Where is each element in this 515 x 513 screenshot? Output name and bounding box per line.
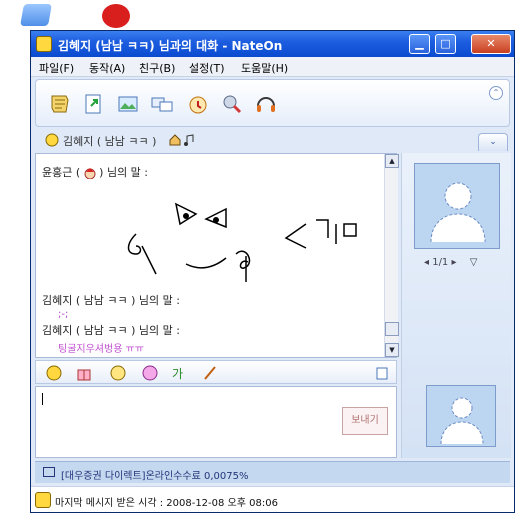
maximize-button[interactable]: □: [435, 34, 456, 54]
chat-window: 김혜지 (남남 ㅋㅋ) 님과의 대화 - NateOn ▁ □ ✕ 파일(F) …: [30, 30, 515, 513]
menu-friends[interactable]: 친구(B): [139, 60, 175, 76]
chat-message-3: 팅굴지우셔벙용 ㅠㅠ: [58, 344, 144, 355]
menu-help[interactable]: 도움말(H): [241, 60, 288, 76]
contact-avatar[interactable]: [414, 163, 500, 249]
avatar-pager: ◂ 1/1 ▸ ▽: [424, 257, 477, 268]
emoticon-icon[interactable]: [46, 365, 62, 381]
default-avatar-icon: [430, 182, 486, 242]
last-message-time: 마지막 메시지 받은 시각 : 2008-12-08 오후 08:06: [55, 498, 278, 509]
flash-con-icon[interactable]: [110, 365, 126, 381]
gift-icon[interactable]: [76, 365, 92, 381]
title-bar[interactable]: 김혜지 (남남 ㅋㅋ) 님과의 대화 - NateOn ▁ □ ✕: [31, 31, 514, 57]
ad-text: [대우증권 다이렉트]온라인수수료 0,0075%: [61, 471, 249, 482]
chat-scrollbar[interactable]: ▲ ▼: [384, 154, 399, 357]
profile-panel: ◂ 1/1 ▸ ▽: [401, 153, 511, 458]
window-title: 김혜지 (남남 ㅋㅋ) 님과의 대화 - NateOn: [58, 39, 283, 53]
nateon-app-icon: [36, 36, 52, 52]
panel-toggle-button[interactable]: ⌄: [478, 133, 508, 151]
toolbar: ⌃: [35, 79, 510, 127]
chat-speaker-1: 윤홍근 (: [42, 166, 84, 179]
my-default-avatar-icon: [440, 397, 484, 444]
alarm-icon[interactable]: [186, 92, 210, 116]
avatar-page: 1/1: [432, 257, 449, 268]
minimize-button[interactable]: ▁: [409, 34, 430, 54]
menu-bar: 파일(F) 동작(A) 친구(B) 설정(T) 도움말(H): [31, 57, 514, 77]
message-input[interactable]: 보내기: [35, 386, 397, 458]
menu-action[interactable]: 동작(A): [89, 60, 125, 76]
headset-icon[interactable]: [254, 92, 278, 116]
ad-link-icon: [43, 467, 55, 477]
emoticon-toolbar: 가: [35, 360, 397, 384]
menu-file[interactable]: 파일(F): [39, 60, 74, 76]
ad-banner[interactable]: [대우증권 다이렉트]온라인수수료 0,0075%: [35, 461, 510, 483]
prev-avatar-icon[interactable]: ◂: [424, 257, 432, 268]
photo-icon[interactable]: [116, 92, 140, 116]
home-icon[interactable]: [169, 134, 181, 146]
contact-name: 김혜지 ( 남남 ㅋㅋ ): [63, 135, 157, 148]
status-smiley-icon: [45, 133, 59, 147]
status-bar: 마지막 메시지 받은 시각 : 2008-12-08 오후 08:06: [31, 486, 514, 512]
scroll-down-button[interactable]: ▼: [385, 343, 399, 357]
chat-speaker-1-suffix: ) 님의 말 :: [99, 166, 149, 179]
chat-speaker-3: 김혜지 ( 남남 ㅋㅋ ) 님의 말 :: [42, 324, 180, 337]
svg-text:가: 가: [172, 367, 183, 381]
font-style-icon[interactable]: 가: [172, 365, 188, 381]
avatar-menu-icon[interactable]: ▽: [470, 257, 478, 268]
note-icon[interactable]: [48, 92, 72, 116]
close-button[interactable]: ✕: [471, 34, 511, 54]
screen-share-icon[interactable]: [150, 92, 174, 116]
desktop-folder-icon[interactable]: [20, 4, 52, 26]
file-send-icon[interactable]: [82, 92, 106, 116]
desktop-red-app-icon[interactable]: [102, 4, 130, 28]
voice-icon[interactable]: [220, 92, 244, 116]
toolbar-collapse-button[interactable]: ⌃: [489, 86, 503, 100]
music-icon[interactable]: [183, 134, 195, 146]
next-avatar-icon[interactable]: ▸: [451, 257, 456, 268]
scroll-up-button[interactable]: ▲: [385, 154, 399, 168]
brush-icon[interactable]: [202, 365, 218, 381]
santa-emoticon-icon: [84, 168, 96, 180]
attach-icon[interactable]: [374, 365, 390, 381]
contact-row: 김혜지 ( 남남 ㅋㅋ ) ⌄: [35, 129, 510, 151]
scroll-thumb[interactable]: [385, 322, 399, 336]
sticker-icon[interactable]: [142, 365, 158, 381]
my-avatar[interactable]: [426, 385, 496, 447]
chat-history[interactable]: 윤홍근 ( ) 님의 말 : 김혜지 ( 남남 ㅋㅋ ) 님의 말 : ;-; …: [35, 153, 399, 358]
chat-speaker-2: 김혜지 ( 남남 ㅋㅋ ) 님의 말 :: [42, 294, 180, 307]
chat-message-2: ;-;: [58, 309, 69, 320]
handdrawn-doodle: [127, 202, 357, 282]
menu-settings[interactable]: 설정(T): [189, 60, 225, 76]
status-app-icon: [35, 492, 51, 508]
text-caret: [42, 393, 43, 405]
send-button[interactable]: 보내기: [342, 407, 388, 435]
